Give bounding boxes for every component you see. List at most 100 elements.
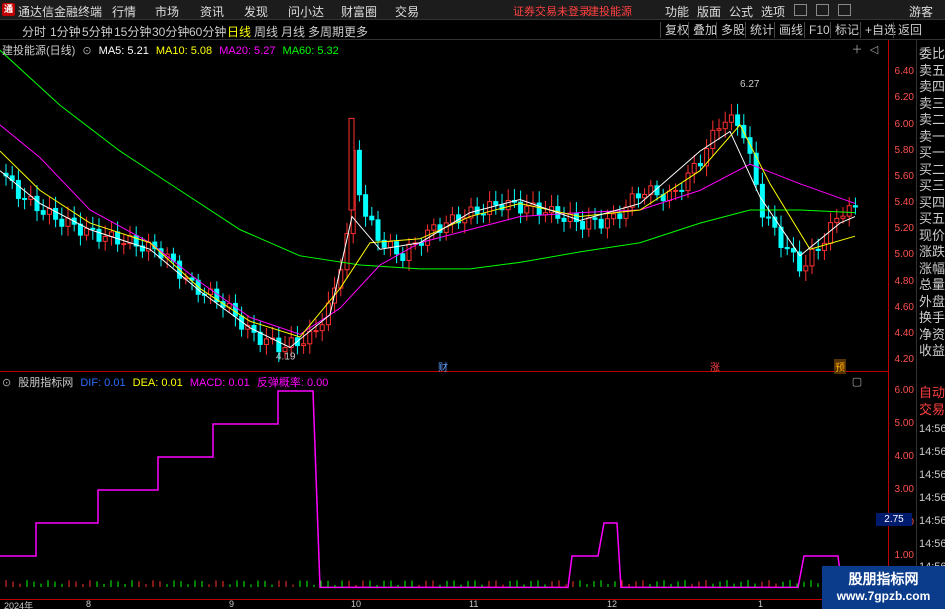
menu-item-news[interactable]: 资讯 (200, 3, 224, 20)
high-marker: 6.27 (740, 79, 760, 90)
candle (40, 210, 46, 215)
candle (642, 193, 648, 199)
menu-item-market[interactable]: 市场 (155, 3, 179, 20)
price-tick: 4.40 (894, 328, 914, 339)
spike-candle (348, 117, 355, 211)
period-tab-weekly[interactable]: 周线 (254, 23, 278, 40)
quote-side-panel: 委比 卖五 卖四 卖三 卖二 卖一 买一 买二 买三 买四 买五 现价 涨跌 涨幅 总量 外盘 换手 净资 收益 自动… (916, 40, 945, 609)
candle (697, 162, 703, 167)
menu-item-ask[interactable]: 问小达 (288, 3, 324, 20)
period-tab-tick[interactable]: 分时 (22, 23, 46, 40)
menu-item-wealth[interactable]: 财富圈 (341, 3, 377, 20)
ma-legend: 建投能源(日线) ⊙ MA5: 5.21 MA10: 5.08 MA20: 5.… (2, 42, 343, 58)
app-title: 通达信金融终端 (18, 5, 103, 19)
candle (722, 121, 728, 130)
candle (90, 227, 96, 230)
menu-item-options[interactable]: 选项 (761, 3, 785, 20)
menu-item-discover[interactable]: 发现 (244, 3, 268, 20)
quote-field-label: 买三 (919, 178, 945, 193)
candle (617, 213, 623, 219)
rebound-prob-line (0, 390, 888, 589)
price-tick: 6.00 (894, 119, 914, 130)
ma60-label: MA60: 5.32 (282, 45, 339, 57)
menu-item-quotes[interactable]: 行情 (112, 3, 136, 20)
candle (536, 202, 542, 216)
guest-label[interactable]: 游客 (909, 3, 933, 20)
login-notice[interactable]: 证券交易未登录 (513, 3, 590, 19)
app-logo-icon: 通 (2, 3, 15, 16)
candle (790, 248, 796, 253)
event-tag-forecast[interactable]: 预 (834, 359, 846, 374)
close-icon[interactable] (838, 4, 851, 16)
candle (753, 152, 759, 185)
period-tab-30min[interactable]: 30分钟 (152, 23, 189, 40)
price-tick: 5.40 (894, 197, 914, 208)
candle (524, 205, 530, 214)
quote-field-label: 卖二 (919, 112, 945, 127)
candle (846, 205, 852, 217)
dea-label: DEA: 0.01 (132, 377, 183, 389)
quote-field-label: 买一 (919, 145, 945, 160)
macd-label: MACD: 0.01 (189, 377, 250, 389)
candle (679, 189, 685, 192)
candle (784, 246, 790, 250)
candle (369, 215, 375, 221)
indicator-settings-dot-icon[interactable]: ⊙ (2, 377, 11, 389)
quote-field-label: 卖五 (919, 62, 945, 78)
price-tick: 5.60 (894, 171, 914, 182)
event-tag-limit-up[interactable]: 涨 (709, 359, 721, 374)
period-tab-multi[interactable]: 多周期 (308, 23, 344, 40)
mark-button[interactable]: 标记 (830, 22, 863, 38)
maximize-icon[interactable] (816, 4, 829, 16)
menu-item-layout[interactable]: 版面 (697, 3, 721, 20)
candle (313, 330, 319, 333)
trade-time: 14:56 (919, 469, 945, 481)
settings-icon[interactable]: ⊙ (82, 45, 91, 57)
back-button[interactable]: 返回 (893, 22, 926, 38)
price-tick: 5.20 (894, 223, 914, 234)
date-axis: 2024年 8 9 10 11 12 1 (0, 599, 916, 609)
candle (307, 330, 313, 345)
candle (375, 219, 381, 241)
auto-trade-label[interactable]: 交易 (919, 402, 945, 418)
menu-item-trade[interactable]: 交易 (395, 3, 419, 20)
price-tick: 6.20 (894, 92, 914, 103)
indicator-legend: ⊙ 股朋指标网 DIF: 0.01 DEA: 0.01 MACD: 0.01 反… (2, 374, 332, 390)
auto-trade-label[interactable]: 自动 (919, 385, 945, 401)
candle (319, 324, 325, 332)
draw-line-button[interactable]: 画线 (774, 22, 807, 38)
candle (263, 338, 269, 345)
trade-time: 14:56 (919, 515, 945, 527)
candle (716, 128, 722, 131)
watermark-title: 股朋指标网 (848, 571, 919, 587)
candle (480, 213, 486, 216)
menu-item-formula[interactable]: 公式 (729, 3, 753, 20)
candle (406, 243, 412, 261)
trade-time: 14:56 (919, 446, 945, 458)
period-tab-1min[interactable]: 1分钟 (50, 23, 81, 40)
price-tick: 4.60 (894, 302, 914, 313)
price-chart[interactable]: 6.27 4.19 (0, 40, 888, 372)
quote-field-label: 涨幅 (919, 260, 945, 276)
candle (363, 194, 369, 217)
current-value-box: 2.75 (876, 513, 912, 526)
indicator-chart[interactable] (0, 373, 888, 599)
period-tab-60min[interactable]: 60分钟 (189, 23, 226, 40)
minimize-icon[interactable] (794, 4, 807, 16)
period-tab-more[interactable]: 更多 (344, 23, 368, 40)
quote-field-label: 涨跌 (919, 244, 945, 259)
quote-field-label: 买五 (919, 211, 945, 226)
nav-left-icon[interactable]: ◁ (867, 43, 881, 57)
zoom-icon[interactable]: ＋ (850, 43, 864, 57)
candle (623, 206, 629, 219)
event-tag-finance[interactable]: 财 (437, 359, 449, 374)
menu-item-function[interactable]: 功能 (665, 3, 689, 20)
candle (803, 265, 809, 272)
period-tab-monthly[interactable]: 月线 (281, 23, 305, 40)
period-tab-5min[interactable]: 5分钟 (82, 23, 113, 40)
period-tab-15min[interactable]: 15分钟 (114, 23, 151, 40)
quote-field-label: 卖四 (919, 79, 945, 94)
period-tab-daily[interactable]: 日线 (227, 23, 251, 40)
low-marker: 4.19 (276, 351, 296, 362)
date-tick: 11 (469, 599, 479, 609)
